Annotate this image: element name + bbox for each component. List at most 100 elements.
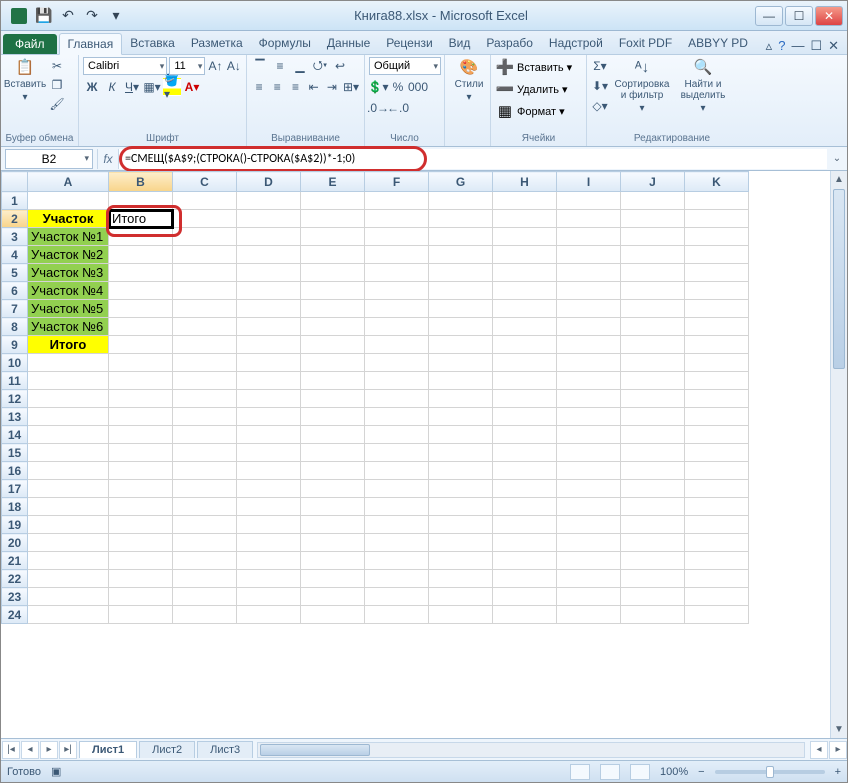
cell-H3[interactable] [493, 228, 557, 246]
row-header-20[interactable]: 20 [2, 534, 28, 552]
cell-E13[interactable] [301, 408, 365, 426]
cell-E23[interactable] [301, 588, 365, 606]
cell-G15[interactable] [429, 444, 493, 462]
zoom-in-button[interactable]: + [835, 766, 841, 778]
col-header-K[interactable]: K [685, 172, 749, 192]
cell-E12[interactable] [301, 390, 365, 408]
cell-G6[interactable] [429, 282, 493, 300]
cell-C13[interactable] [173, 408, 237, 426]
col-header-F[interactable]: F [365, 172, 429, 192]
cell-J18[interactable] [621, 498, 685, 516]
cell-F22[interactable] [365, 570, 429, 588]
vertical-scrollbar[interactable]: ▲ ▼ [830, 171, 847, 738]
cell-J19[interactable] [621, 516, 685, 534]
cut-button[interactable]: ✂ [48, 57, 66, 75]
cell-B3[interactable] [109, 228, 173, 246]
align-center-button[interactable]: ≡ [269, 78, 285, 96]
cell-H18[interactable] [493, 498, 557, 516]
scroll-up-button[interactable]: ▲ [831, 171, 847, 188]
cell-H11[interactable] [493, 372, 557, 390]
cell-B2[interactable]: Итого [109, 210, 173, 228]
col-header-E[interactable]: E [301, 172, 365, 192]
cell-E17[interactable] [301, 480, 365, 498]
help-icon[interactable]: ? [778, 38, 785, 54]
cell-H21[interactable] [493, 552, 557, 570]
cell-K7[interactable] [685, 300, 749, 318]
view-pagebreak-button[interactable] [630, 764, 650, 780]
cell-C9[interactable] [173, 336, 237, 354]
cell-F11[interactable] [365, 372, 429, 390]
cell-H1[interactable] [493, 192, 557, 210]
cell-C19[interactable] [173, 516, 237, 534]
cell-A20[interactable] [28, 534, 109, 552]
cell-G19[interactable] [429, 516, 493, 534]
cell-I1[interactable] [557, 192, 621, 210]
cell-C23[interactable] [173, 588, 237, 606]
cell-A22[interactable] [28, 570, 109, 588]
cell-D5[interactable] [237, 264, 301, 282]
font-name-combo[interactable]: Calibri [83, 57, 167, 75]
cell-A21[interactable] [28, 552, 109, 570]
cell-H13[interactable] [493, 408, 557, 426]
cell-D7[interactable] [237, 300, 301, 318]
bold-button[interactable]: Ж [83, 78, 101, 96]
cell-J15[interactable] [621, 444, 685, 462]
cell-K16[interactable] [685, 462, 749, 480]
cell-K8[interactable] [685, 318, 749, 336]
cell-H6[interactable] [493, 282, 557, 300]
cell-J4[interactable] [621, 246, 685, 264]
cell-D6[interactable] [237, 282, 301, 300]
cell-H7[interactable] [493, 300, 557, 318]
cell-E22[interactable] [301, 570, 365, 588]
font-size-combo[interactable]: 11 [169, 57, 205, 75]
cell-D22[interactable] [237, 570, 301, 588]
increase-decimal-button[interactable]: .0→ [369, 99, 387, 117]
orientation-button[interactable]: ⭯▾ [311, 57, 329, 75]
zoom-slider[interactable] [715, 770, 825, 774]
cell-J16[interactable] [621, 462, 685, 480]
save-button[interactable]: 💾 [33, 5, 55, 27]
scroll-left-button[interactable]: ◂ [810, 741, 828, 759]
cell-B14[interactable] [109, 426, 173, 444]
cell-C2[interactable] [173, 210, 237, 228]
cell-A1[interactable] [28, 192, 109, 210]
cell-F23[interactable] [365, 588, 429, 606]
scroll-right-button[interactable]: ▸ [829, 741, 847, 759]
scroll-thumb-v[interactable] [833, 189, 845, 369]
styles-button[interactable]: 🎨 Стили▾ [449, 57, 489, 103]
cell-I9[interactable] [557, 336, 621, 354]
zoom-thumb[interactable] [766, 766, 774, 778]
cell-I12[interactable] [557, 390, 621, 408]
cell-G22[interactable] [429, 570, 493, 588]
cell-J8[interactable] [621, 318, 685, 336]
cell-E3[interactable] [301, 228, 365, 246]
cell-J5[interactable] [621, 264, 685, 282]
cell-A4[interactable]: Участок №2 [28, 246, 109, 264]
row-header-18[interactable]: 18 [2, 498, 28, 516]
cell-D2[interactable] [237, 210, 301, 228]
fx-button[interactable]: fx [97, 149, 119, 169]
ribbon-tab-1[interactable]: Вставка [122, 33, 183, 54]
format-cells-button[interactable]: ▦Формат ▾ [495, 101, 582, 121]
row-header-23[interactable]: 23 [2, 588, 28, 606]
paste-button[interactable]: 📋 Вставить▾ [5, 57, 45, 113]
row-header-1[interactable]: 1 [2, 192, 28, 210]
cell-F4[interactable] [365, 246, 429, 264]
cell-G17[interactable] [429, 480, 493, 498]
align-left-button[interactable]: ≡ [251, 78, 267, 96]
cell-D20[interactable] [237, 534, 301, 552]
insert-cells-button[interactable]: ➕Вставить ▾ [495, 57, 582, 77]
cell-D3[interactable] [237, 228, 301, 246]
wrap-text-button[interactable]: ↩ [331, 57, 349, 75]
ribbon-tab-3[interactable]: Формулы [251, 33, 319, 54]
cell-B20[interactable] [109, 534, 173, 552]
select-all-corner[interactable] [2, 172, 28, 192]
sheet-nav-first[interactable]: |◂ [2, 741, 20, 759]
format-painter-button[interactable]: 🖌 [48, 95, 66, 113]
cell-A24[interactable] [28, 606, 109, 624]
cell-D8[interactable] [237, 318, 301, 336]
cell-E21[interactable] [301, 552, 365, 570]
ribbon-minimize-icon[interactable]: ▵ [766, 38, 773, 54]
row-header-4[interactable]: 4 [2, 246, 28, 264]
cell-G13[interactable] [429, 408, 493, 426]
